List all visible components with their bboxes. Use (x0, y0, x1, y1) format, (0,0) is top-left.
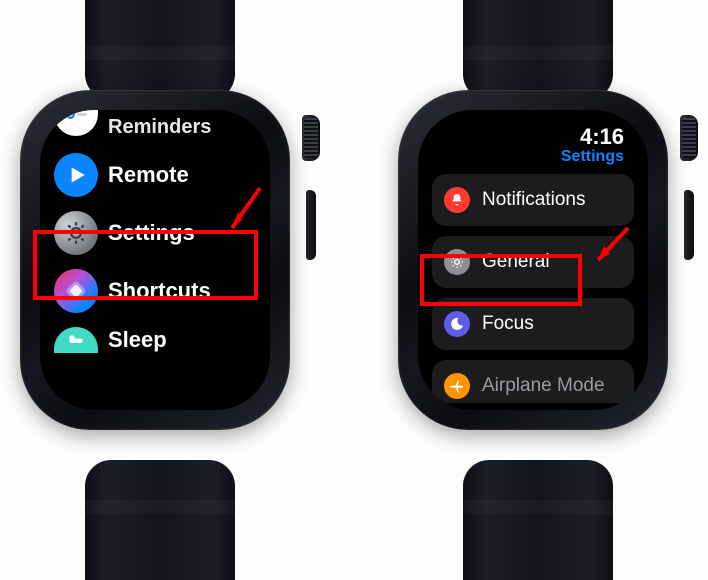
watch-screen: 4:16 Settings Notifications General (418, 110, 648, 410)
digital-crown[interactable] (680, 115, 698, 161)
app-label: Remote (108, 162, 189, 188)
row-label: General (482, 251, 550, 273)
settings-icon (54, 211, 98, 255)
gear-icon (444, 249, 470, 275)
settings-row-notifications[interactable]: Notifications (432, 174, 634, 226)
app-row-settings[interactable]: Settings (50, 204, 260, 262)
row-label: Focus (482, 313, 534, 335)
watch-band-top (463, 0, 613, 100)
settings-list: Notifications General Focus (428, 174, 638, 383)
side-button[interactable] (306, 190, 316, 260)
reminders-icon (54, 110, 98, 136)
settings-row-general[interactable]: General (432, 236, 634, 288)
remote-icon (54, 153, 98, 197)
watch-settings: 4:16 Settings Notifications General (388, 10, 688, 550)
app-label: Settings (108, 220, 195, 246)
digital-crown[interactable] (302, 115, 320, 161)
app-row-reminders[interactable]: Reminders (50, 120, 260, 146)
watch-app-list: Reminders Remote Settings Shortcuts (10, 10, 310, 550)
settings-row-focus[interactable]: Focus (432, 298, 634, 350)
app-label: Sleep (108, 327, 167, 353)
app-label: Reminders (108, 116, 211, 139)
app-row-sleep[interactable]: Sleep (50, 320, 260, 353)
app-row-shortcuts[interactable]: Shortcuts (50, 262, 260, 320)
airplane-icon (444, 373, 470, 399)
row-label: Notifications (482, 189, 586, 211)
screen-title: Settings (561, 148, 624, 166)
watch-case: 4:16 Settings Notifications General (398, 90, 668, 430)
moon-icon (444, 311, 470, 337)
app-label: Shortcuts (108, 278, 211, 304)
settings-row-airplane[interactable]: Airplane Mode (432, 360, 634, 403)
watch-band-bottom (85, 460, 235, 580)
watch-case: Reminders Remote Settings Shortcuts (20, 90, 290, 430)
side-button[interactable] (684, 190, 694, 260)
sleep-icon (54, 327, 98, 353)
status-bar: 4:16 Settings (428, 124, 638, 174)
shortcuts-icon (54, 269, 98, 313)
row-label: Airplane Mode (482, 375, 605, 397)
bell-icon (444, 187, 470, 213)
watch-band-top (85, 0, 235, 100)
watch-band-bottom (463, 460, 613, 580)
app-row-remote[interactable]: Remote (50, 146, 260, 204)
clock-time: 4:16 (580, 124, 624, 150)
watch-screen: Reminders Remote Settings Shortcuts (40, 110, 270, 410)
